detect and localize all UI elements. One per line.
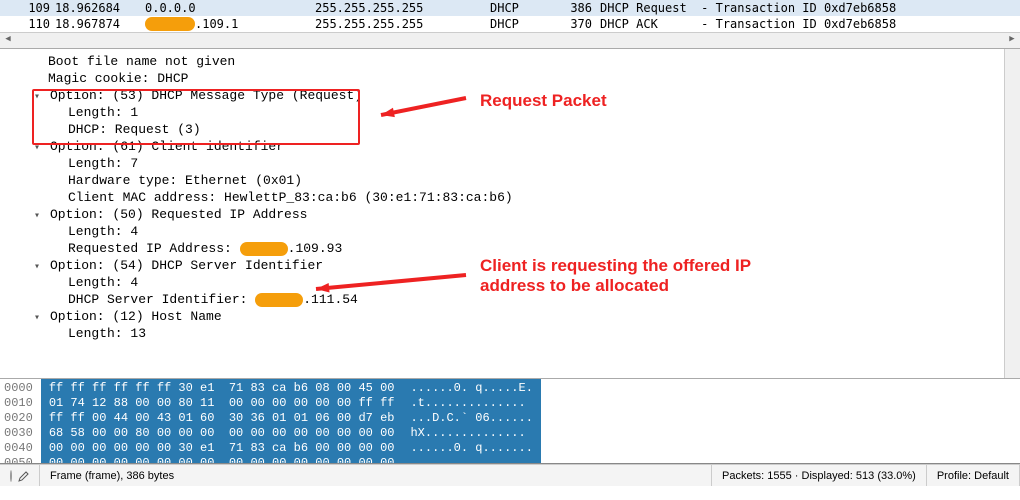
status-packet-count: Packets: 1555 · Displayed: 513 (33.0%) xyxy=(712,465,927,486)
hex-offset: 0040 xyxy=(4,441,33,456)
hex-ascii-row[interactable]: ......0. q....... xyxy=(410,441,532,456)
hex-bytes-row[interactable]: 68 58 00 00 80 00 00 00 00 00 00 00 00 0… xyxy=(49,426,395,441)
hex-offset: 0050 xyxy=(4,456,33,464)
expand-icon[interactable]: ▾ xyxy=(34,261,48,273)
detail-line: Length: 13 xyxy=(8,325,1020,342)
packet-list-hscroll[interactable]: ◀ ▶ xyxy=(0,32,1020,48)
detail-line: Length: 4 xyxy=(8,223,1020,240)
packet-row[interactable]: 11018.967874.109.1255.255.255.255DHCP370… xyxy=(0,16,1020,32)
status-frame-info: Frame (frame), 386 bytes xyxy=(40,465,712,486)
scroll-right-icon[interactable]: ▶ xyxy=(1004,34,1020,48)
detail-line[interactable]: ▾Option: (53) DHCP Message Type (Request… xyxy=(8,87,1020,104)
detail-line[interactable]: ▾Option: (12) Host Name xyxy=(8,308,1020,325)
hex-offset: 0020 xyxy=(4,411,33,426)
status-icons xyxy=(0,465,40,486)
hex-bytes-row[interactable]: 00 00 00 00 00 00 30 e1 71 83 ca b6 00 0… xyxy=(49,441,395,456)
hex-bytes-row[interactable]: ff ff ff ff ff ff 30 e1 71 83 ca b6 08 0… xyxy=(49,381,395,396)
hex-ascii-row[interactable]: .t.............. xyxy=(410,396,532,411)
capture-status-icon xyxy=(10,470,12,482)
status-bar: Frame (frame), 386 bytes Packets: 1555 ·… xyxy=(0,464,1020,486)
detail-line: Length: 7 xyxy=(8,155,1020,172)
packet-details-pane[interactable]: Boot file name not givenMagic cookie: DH… xyxy=(0,49,1020,379)
detail-line: Requested IP Address: .109.93 xyxy=(8,240,1020,257)
scroll-left-icon[interactable]: ◀ xyxy=(0,34,16,48)
detail-line: Length: 4 xyxy=(8,274,1020,291)
packet-list-pane[interactable]: 10918.9626840.0.0.0255.255.255.255DHCP38… xyxy=(0,0,1020,49)
detail-line: Hardware type: Ethernet (0x01) xyxy=(8,172,1020,189)
expand-icon[interactable]: ▾ xyxy=(34,142,48,154)
detail-line[interactable]: ▾Option: (54) DHCP Server Identifier xyxy=(8,257,1020,274)
detail-line[interactable]: ▾Option: (61) Client identifier xyxy=(8,138,1020,155)
edit-icon[interactable] xyxy=(18,469,30,483)
detail-line[interactable]: ▾Option: (50) Requested IP Address xyxy=(8,206,1020,223)
detail-line: Client MAC address: HewlettP_83:ca:b6 (3… xyxy=(8,189,1020,206)
status-profile[interactable]: Profile: Default xyxy=(927,465,1020,486)
expand-icon[interactable]: ▾ xyxy=(34,91,48,103)
hex-bytes-row[interactable]: 00 00 00 00 00 00 00 00 00 00 00 00 00 0… xyxy=(49,456,395,464)
hex-ascii-row[interactable]: hX.............. xyxy=(410,426,532,441)
hex-ascii-row[interactable]: ................ xyxy=(410,456,532,464)
expand-icon[interactable]: ▾ xyxy=(34,210,48,222)
hex-ascii-row[interactable]: ...D.C.` 06...... xyxy=(410,411,532,426)
detail-line: Boot file name not given xyxy=(8,53,1020,70)
hex-offset: 0000 xyxy=(4,381,33,396)
detail-line: DHCP Server Identifier: .111.54 xyxy=(8,291,1020,308)
hex-offset: 0010 xyxy=(4,396,33,411)
details-vscroll[interactable] xyxy=(1004,49,1020,378)
hex-dump-pane[interactable]: 000000100020003000400050 ff ff ff ff ff … xyxy=(0,379,1020,464)
detail-line: Length: 1 xyxy=(8,104,1020,121)
hex-bytes-row[interactable]: 01 74 12 88 00 00 80 11 00 00 00 00 00 0… xyxy=(49,396,395,411)
hex-ascii-row[interactable]: ......0. q.....E. xyxy=(410,381,532,396)
detail-line: Magic cookie: DHCP xyxy=(8,70,1020,87)
detail-line: DHCP: Request (3) xyxy=(8,121,1020,138)
hex-bytes-row[interactable]: ff ff 00 44 00 43 01 60 30 36 01 01 06 0… xyxy=(49,411,395,426)
packet-row[interactable]: 10918.9626840.0.0.0255.255.255.255DHCP38… xyxy=(0,0,1020,16)
expand-icon[interactable]: ▾ xyxy=(34,312,48,324)
hex-offset: 0030 xyxy=(4,426,33,441)
